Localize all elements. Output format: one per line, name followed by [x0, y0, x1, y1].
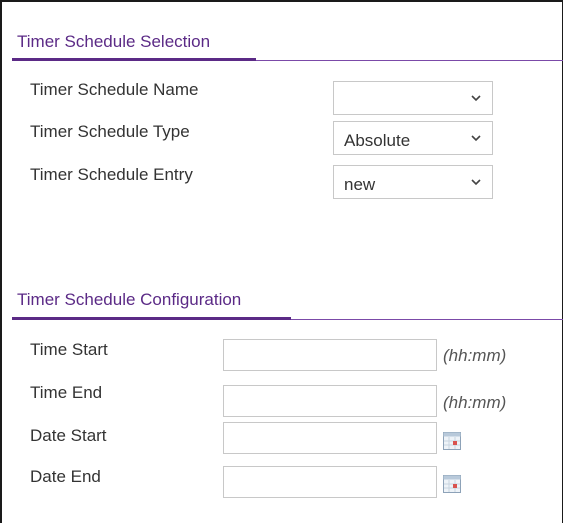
calendar-icon[interactable]: [443, 475, 461, 493]
chevron-down-icon: [471, 135, 481, 142]
section-title-selection: Timer Schedule Selection: [17, 32, 211, 51]
section-title-configuration: Timer Schedule Configuration: [17, 290, 242, 309]
date-end-input[interactable]: [223, 466, 437, 498]
timer-schedule-entry-label: Timer Schedule Entry: [30, 165, 193, 184]
date-start-label: Date Start: [30, 426, 107, 445]
section-title-underline: [12, 58, 256, 61]
timer-schedule-entry-select[interactable]: new: [333, 165, 493, 199]
calendar-icon[interactable]: [443, 432, 461, 450]
time-start-format-hint: (hh:mm): [443, 346, 507, 365]
time-end-label: Time End: [30, 383, 103, 402]
chevron-down-icon: [471, 179, 481, 186]
chevron-down-icon: [471, 95, 481, 102]
timer-schedule-type-select[interactable]: Absolute: [333, 121, 493, 155]
time-start-input[interactable]: [223, 339, 437, 371]
date-start-input[interactable]: [223, 422, 437, 454]
timer-schedule-type-value: Absolute: [344, 131, 411, 150]
section-title-underline: [12, 317, 291, 320]
timer-schedule-name-select[interactable]: [333, 81, 493, 115]
time-end-format-hint: (hh:mm): [443, 393, 507, 412]
time-end-input[interactable]: [223, 385, 437, 417]
timer-schedule-entry-value: new: [344, 175, 376, 194]
timer-schedule-type-label: Timer Schedule Type: [30, 122, 190, 141]
timer-schedule-name-label: Timer Schedule Name: [30, 80, 199, 99]
date-end-label: Date End: [30, 467, 101, 486]
time-start-label: Time Start: [30, 340, 108, 359]
